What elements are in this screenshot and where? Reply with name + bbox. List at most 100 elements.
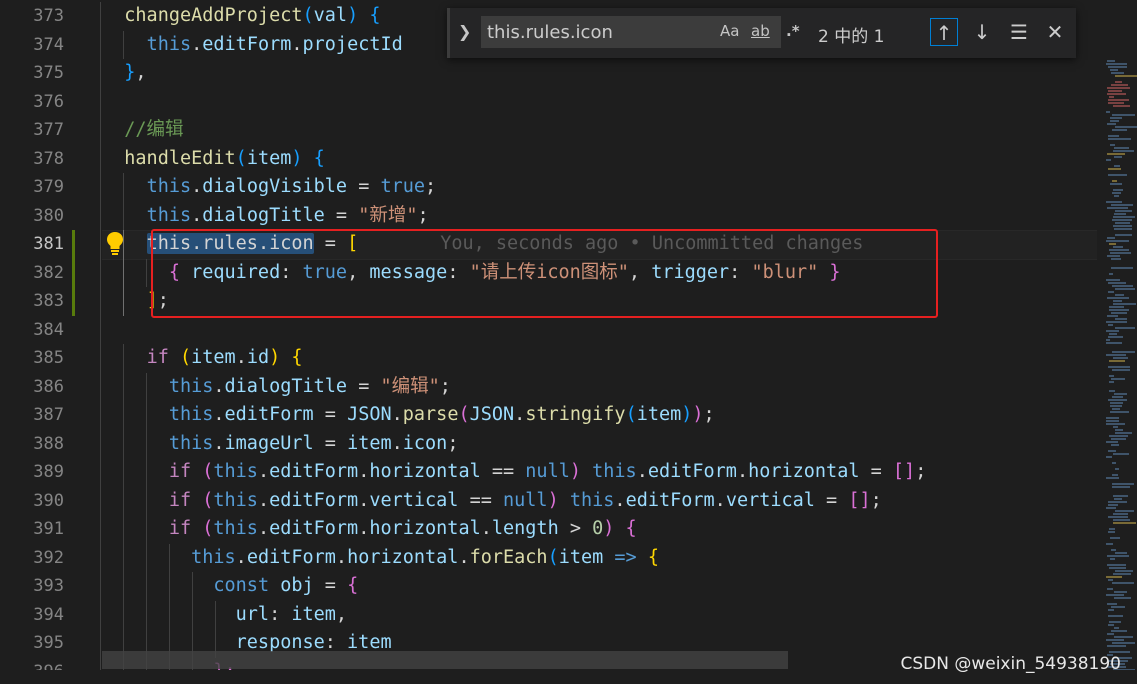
code-line[interactable]: 391 if (this.editForm.horizontal.length … [0, 515, 1100, 544]
code-text[interactable]: this.imageUrl = item.icon; [102, 430, 459, 459]
minimap-line [1108, 138, 1131, 140]
minimap-line [1110, 183, 1122, 185]
minimap-line [1107, 255, 1120, 257]
code-line[interactable]: 385 if (item.id) { [0, 344, 1100, 373]
code-text[interactable]: const obj = { [102, 572, 358, 601]
minimap-line [1108, 336, 1123, 338]
code-text[interactable]: this.dialogVisible = true; [102, 173, 437, 202]
minimap-line [1109, 390, 1115, 392]
minimap-line [1108, 291, 1114, 293]
code-token: this [592, 461, 637, 482]
code-line[interactable]: 377 //编辑 [0, 116, 1100, 145]
minimap-line [1107, 564, 1126, 566]
code-text[interactable]: this.editForm.horizontal.forEach(item =>… [102, 544, 659, 573]
code-token: : [269, 603, 292, 625]
code-token: id [246, 347, 270, 368]
minimap-line [1108, 516, 1128, 518]
code-line[interactable]: 390 if (this.editForm.vertical == null) … [0, 486, 1100, 516]
code-token: ( [202, 461, 214, 482]
code-text[interactable]: if (this.editForm.horizontal.length > 0)… [102, 515, 637, 544]
minimap-line [1106, 342, 1122, 344]
match-whole-word-icon[interactable]: ab [751, 22, 770, 40]
code-line[interactable]: 387 this.editForm = JSON.parse(JSON.stri… [0, 401, 1100, 430]
line-number: 389 [33, 462, 64, 482]
code-text[interactable]: this.editForm = JSON.parse(JSON.stringif… [102, 401, 715, 430]
git-modified-indicator[interactable] [72, 230, 75, 316]
minimap-line [1112, 474, 1118, 476]
next-match-arrow-down-icon[interactable]: ↓ [968, 18, 996, 46]
code-token: ) [681, 404, 693, 425]
lightbulb-icon[interactable] [106, 231, 124, 255]
minimap-line [1107, 645, 1126, 647]
code-token: url [235, 603, 270, 625]
minimap-line [1115, 210, 1132, 212]
line-number: 373 [33, 6, 64, 26]
code-token: . [213, 404, 225, 425]
minimap-line [1110, 69, 1118, 71]
previous-match-arrow-up-icon[interactable]: ↑ [930, 18, 958, 46]
line-number: 395 [33, 633, 64, 653]
code-text[interactable]: url: item, [102, 601, 347, 630]
code-text[interactable]: handleEdit(item) { [102, 145, 325, 174]
minimap-line [1108, 168, 1121, 170]
code-line[interactable]: 392 this.editForm.horizontal.forEach(ite… [0, 543, 1100, 573]
minimap-line [1108, 99, 1129, 101]
code-editor[interactable]: 373 changeAddProject(val) {374 this.edit… [0, 0, 1137, 684]
minimap-line [1112, 396, 1123, 398]
code-text[interactable]: }, [102, 59, 146, 88]
code-token: [ [848, 489, 860, 511]
code-text[interactable]: if (this.editForm.horizontal == null) th… [102, 458, 927, 487]
minimap-line [1114, 498, 1122, 500]
minimap-line [1111, 378, 1125, 380]
code-line[interactable]: 376 [0, 87, 1100, 116]
code-line[interactable]: 379 this.dialogVisible = true; [0, 173, 1100, 202]
find-in-selection-icon[interactable]: ☰ [1005, 18, 1033, 46]
match-case-icon[interactable]: Aa [720, 22, 739, 40]
code-token: > [558, 518, 593, 539]
code-token: length [491, 518, 559, 539]
code-text[interactable]: changeAddProject(val) { [102, 2, 380, 31]
code-text[interactable]: if (item.id) { [102, 344, 303, 373]
minimap-line [1112, 180, 1117, 182]
close-find-icon[interactable]: ✕ [1041, 18, 1069, 46]
code-line[interactable]: 393 const obj = { [0, 572, 1100, 601]
code-token: = [313, 575, 348, 596]
code-token: stringify [525, 404, 626, 425]
minimap-line [1108, 174, 1127, 176]
code-line[interactable]: 389 if (this.editForm.horizontal == null… [0, 458, 1100, 487]
code-text[interactable]: this.dialogTitle = "编辑"; [102, 373, 451, 402]
horizontal-scrollbar[interactable] [102, 651, 788, 669]
code-token: . [191, 204, 203, 226]
code-line[interactable]: 375 }, [0, 59, 1100, 88]
code-text[interactable]: this.editForm.projectId [102, 31, 403, 60]
code-token: //编辑 [124, 119, 184, 140]
code-token: this [146, 33, 192, 55]
code-line[interactable]: 386 this.dialogTitle = "编辑"; [0, 372, 1100, 402]
code-text[interactable]: if (this.editForm.vertical == null) this… [102, 487, 882, 516]
code-text[interactable]: this.dialogTitle = "新增"; [102, 202, 429, 231]
code-line[interactable]: 384 [0, 315, 1100, 344]
minimap-line [1109, 249, 1129, 251]
use-regex-icon[interactable]: .* [786, 22, 800, 40]
minimap-line [1113, 150, 1134, 152]
code-line[interactable]: 378 handleEdit(item) { [0, 144, 1100, 174]
code-token: == [480, 461, 526, 482]
minimap-line [1112, 483, 1134, 485]
code-text[interactable]: //编辑 [102, 116, 184, 145]
code-line[interactable]: 380 this.dialogTitle = "新增"; [0, 201, 1100, 231]
code-token: item [347, 632, 392, 653]
code-token: . [458, 546, 470, 568]
toggle-replace-chevron-icon[interactable]: ❯ [458, 22, 471, 41]
code-line[interactable]: 388 this.imageUrl = item.icon; [0, 429, 1100, 459]
code-line[interactable]: 394 url: item, [0, 600, 1100, 630]
minimap[interactable] [1100, 0, 1137, 684]
code-token: JSON [469, 404, 515, 425]
code-token: parse [402, 404, 459, 425]
minimap-line [1106, 441, 1118, 443]
